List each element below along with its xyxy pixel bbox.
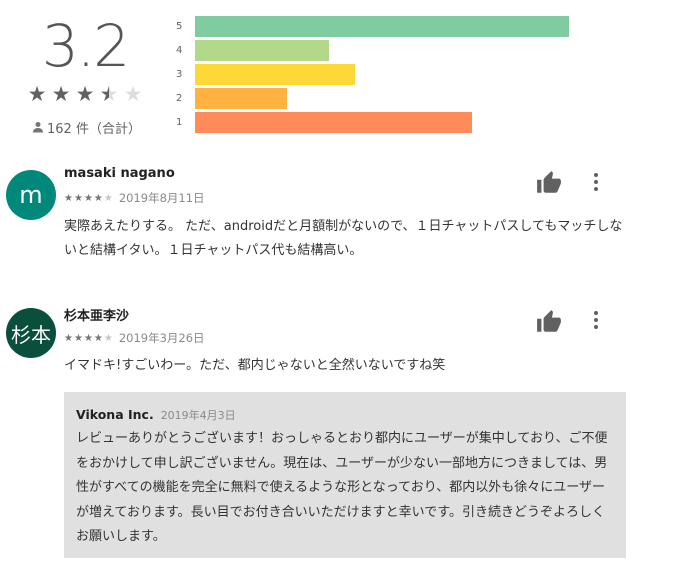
star-icon: ★ — [73, 332, 83, 344]
helpful-button[interactable] — [536, 309, 562, 335]
person-icon — [33, 122, 43, 133]
star-icon: ★ — [27, 82, 47, 106]
histogram-row: 2 — [176, 88, 656, 112]
avatar-initial: m — [19, 181, 43, 209]
star-icon: ★ — [73, 192, 83, 204]
histogram-star-label: 3 — [176, 69, 183, 80]
thumb-up-icon — [537, 171, 561, 193]
thumb-up-icon — [537, 310, 561, 332]
star-icon: ★ — [64, 192, 73, 204]
histogram-row: 4 — [176, 40, 656, 64]
star-icon: ★ — [103, 192, 113, 204]
histogram-star-label: 2 — [176, 93, 183, 104]
histogram-star-label: 5 — [176, 21, 183, 32]
review-date: 2019年8月11日 — [118, 191, 205, 205]
histogram-bar — [195, 88, 288, 109]
review-text: 実際あえたりする。 ただ、androidだと月額制がないので、１日チャットパスし… — [64, 219, 623, 258]
star-icon: ★ — [83, 332, 93, 344]
review-author: 杉本亜李沙 — [64, 309, 130, 324]
total-ratings: 162 件（合計） — [32, 118, 141, 137]
star-icon: ★ — [123, 82, 143, 106]
review-date: 2019年3月26日 — [118, 331, 205, 345]
review-author: masaki nagano — [64, 166, 175, 181]
developer-reply: Vikona Inc. 2019年4月3日 レビューありがとうございます！おっし… — [64, 392, 626, 558]
more-vert-icon — [594, 311, 598, 315]
histogram-row: 3 — [176, 64, 656, 88]
star-icon: ★ — [51, 82, 71, 106]
histogram-bar — [195, 40, 330, 61]
developer-name: Vikona Inc. — [76, 407, 154, 422]
review-meta: ★ ★ ★ ★ ★ 2019年3月26日 — [64, 330, 205, 346]
rating-summary: 3.2 ★ ★ ★ ★ ★ 162 件（合計） 54321 — [0, 0, 676, 150]
reply-text: レビューありがとうございます！おっしゃるとおり都内にユーザーが集中しており、ご不… — [76, 431, 608, 544]
avatar-initial: 杉本 — [11, 322, 51, 347]
star-icon: ★ — [93, 192, 103, 204]
avatar: m — [6, 170, 56, 220]
histogram-bar — [195, 16, 569, 37]
review-text: イマドキ!すごいわー。ただ、都内じゃないと全然いないですね笑 — [64, 358, 446, 373]
more-vert-icon — [594, 173, 598, 177]
star-icon: ★ — [103, 332, 113, 344]
review-meta: ★ ★ ★ ★ ★ 2019年8月11日 — [64, 190, 205, 206]
histogram-bar — [195, 64, 355, 85]
star-icon: ★ — [64, 332, 73, 344]
avatar: 杉本 — [6, 308, 56, 358]
review-menu-button[interactable] — [586, 170, 606, 194]
histogram-star-label: 1 — [176, 117, 183, 128]
reply-date: 2019年4月3日 — [160, 409, 236, 422]
total-count-label: 162 件（合計） — [47, 121, 141, 137]
star-icon: ★ — [99, 82, 119, 106]
histogram-row: 1 — [176, 112, 656, 136]
average-score: 3.2 — [41, 12, 130, 80]
histogram-row: 5 — [176, 16, 656, 40]
helpful-button[interactable] — [536, 170, 562, 196]
reply-header: Vikona Inc. 2019年4月3日 — [76, 406, 614, 425]
star-icon: ★ — [75, 82, 95, 106]
rating-histogram: 5 4 3 2 1 — [176, 16, 656, 136]
star-icon: ★ — [83, 192, 93, 204]
average-star-rating: ★ ★ ★ ★ ★ — [27, 82, 143, 106]
review-menu-button[interactable] — [586, 308, 606, 332]
histogram-star-label: 4 — [176, 45, 183, 56]
star-icon: ★ — [93, 332, 103, 344]
histogram-bar — [195, 112, 473, 133]
